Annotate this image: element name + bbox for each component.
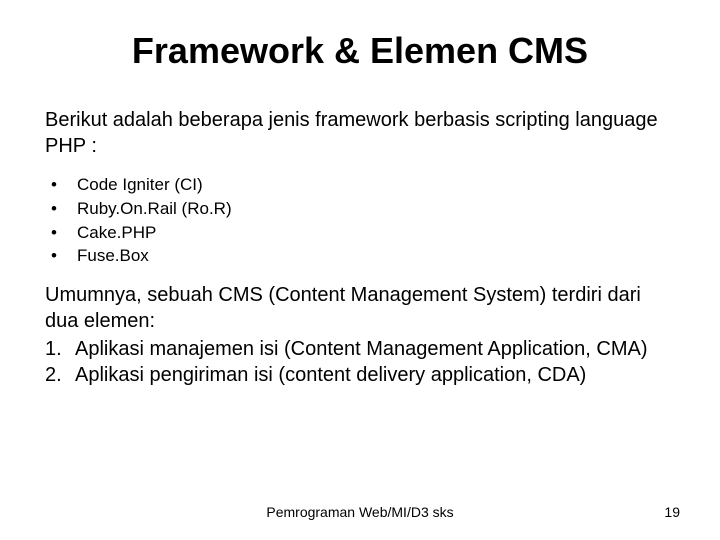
number-marker: 2. [45,362,75,388]
page-number: 19 [664,504,680,520]
footer-text: Pemrograman Web/MI/D3 sks [266,504,453,520]
list-item-text: Aplikasi manajemen isi (Content Manageme… [75,336,675,362]
bullet-list: •Code Igniter (CI) •Ruby.On.Rail (Ro.R) … [45,173,675,268]
number-marker: 1. [45,336,75,362]
list-item-text: Code Igniter (CI) [77,173,203,197]
bullet-icon: • [51,197,77,221]
list-item: •Ruby.On.Rail (Ro.R) [51,197,675,221]
footer: Pemrograman Web/MI/D3 sks [0,504,720,520]
list-item-text: Aplikasi pengiriman isi (content deliver… [75,362,675,388]
list-item: 2.Aplikasi pengiriman isi (content deliv… [45,362,675,388]
list-item: •Fuse.Box [51,244,675,268]
bullet-icon: • [51,221,77,245]
list-item: 1.Aplikasi manajemen isi (Content Manage… [45,336,675,362]
numbered-list: 1.Aplikasi manajemen isi (Content Manage… [45,336,675,388]
bullet-icon: • [51,173,77,197]
list-item-text: Fuse.Box [77,244,149,268]
bullet-icon: • [51,244,77,268]
list-item-text: Cake.PHP [77,221,156,245]
intro-text: Berikut adalah beberapa jenis framework … [45,107,675,159]
list-item: •Cake.PHP [51,221,675,245]
body-text: Umumnya, sebuah CMS (Content Management … [45,282,675,334]
list-item-text: Ruby.On.Rail (Ro.R) [77,197,232,221]
list-item: •Code Igniter (CI) [51,173,675,197]
slide-title: Framework & Elemen CMS [45,30,675,72]
